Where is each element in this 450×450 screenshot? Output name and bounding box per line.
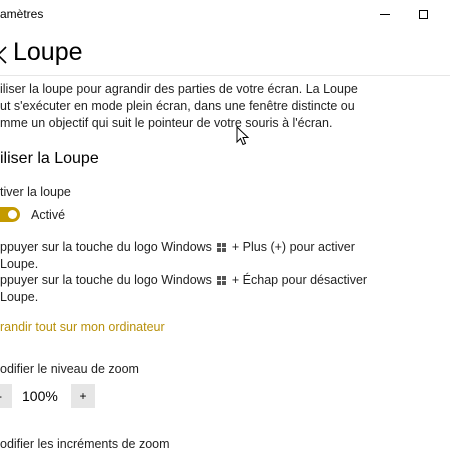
zoom-level-label: odifier le niveau de zoom bbox=[0, 362, 139, 376]
toggle-state-label: Activé bbox=[31, 208, 66, 222]
zoom-decrease-button[interactable]: - bbox=[0, 384, 12, 408]
description-line: iliser la loupe pour agrandir des partie… bbox=[0, 82, 358, 96]
magnifier-toggle[interactable] bbox=[0, 207, 20, 222]
maximize-button[interactable] bbox=[404, 0, 442, 28]
page-title: Loupe bbox=[13, 38, 83, 66]
activate-hint-text: ppuyer sur la touche du logo Windows bbox=[0, 240, 212, 254]
zoom-value: 100% bbox=[22, 388, 58, 404]
minimize-button[interactable] bbox=[366, 0, 404, 28]
window-title: amètres bbox=[0, 7, 44, 21]
page-header: Loupe bbox=[0, 35, 450, 75]
section-heading: iliser la Loupe bbox=[0, 150, 99, 167]
deactivate-hint-text-after: + Échap pour désactiver bbox=[231, 273, 368, 287]
close-button[interactable] bbox=[442, 0, 450, 28]
back-arrow-icon[interactable] bbox=[0, 43, 8, 67]
zoom-increments-label: odifier les incréments de zoom bbox=[0, 437, 170, 450]
description: iliser la loupe pour agrandir des partie… bbox=[0, 81, 358, 132]
zoom-increase-button[interactable]: + bbox=[71, 384, 95, 408]
deactivate-hint-text: ppuyer sur la touche du logo Windows bbox=[0, 273, 212, 287]
description-line: ut s'exécuter en mode plein écran, dans … bbox=[0, 99, 355, 113]
windows-logo-icon bbox=[217, 276, 227, 285]
minimize-icon bbox=[380, 13, 390, 15]
maximize-icon bbox=[418, 9, 428, 19]
settings-window: amètres Loupe iliser la loupe pour agran… bbox=[0, 0, 450, 450]
windows-logo-icon bbox=[217, 243, 227, 252]
settings-content: iliser la loupe pour agrandir des partie… bbox=[0, 76, 450, 450]
title-bar: amètres bbox=[0, 0, 450, 28]
toggle-knob bbox=[8, 210, 17, 219]
deactivate-hint-line2: Loupe. bbox=[0, 290, 39, 304]
activate-hint-text-after: + Plus (+) pour activer bbox=[231, 240, 355, 254]
deactivate-hint: ppuyer sur la touche du logo Windows + É… bbox=[0, 272, 367, 306]
activate-hint-line2: Loupe. bbox=[0, 257, 39, 271]
description-line: mme un objectif qui suit le pointeur de … bbox=[0, 116, 333, 130]
toggle-label: tiver la loupe bbox=[0, 185, 71, 199]
activate-hint: ppuyer sur la touche du logo Windows + P… bbox=[0, 239, 355, 273]
magnify-everything-link[interactable]: randir tout sur mon ordinateur bbox=[0, 320, 165, 334]
mouse-cursor-icon bbox=[236, 126, 250, 146]
